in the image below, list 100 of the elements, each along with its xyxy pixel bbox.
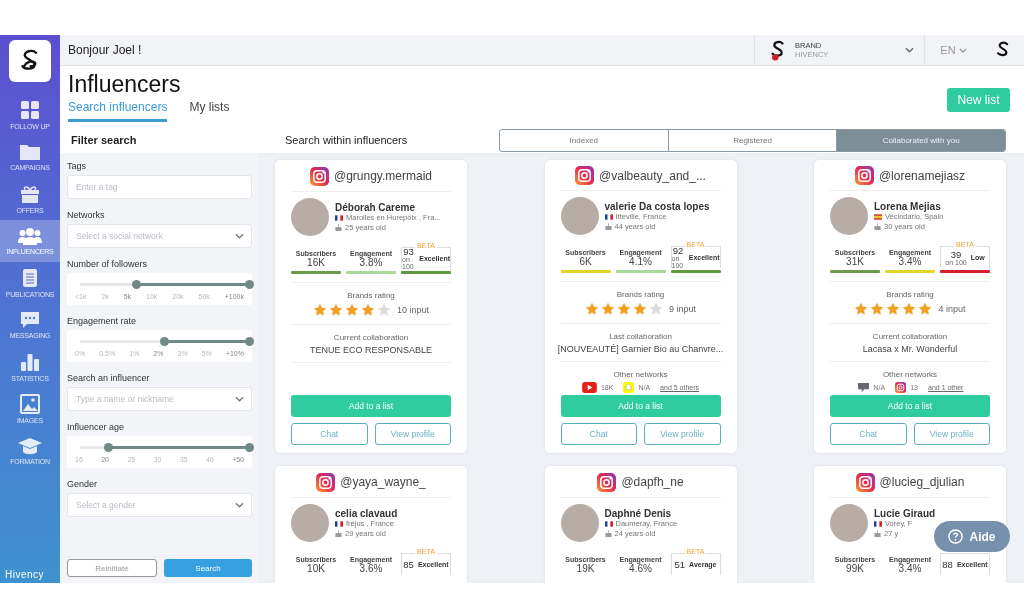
avatar	[560, 504, 599, 542]
instagram-icon	[316, 472, 336, 492]
slider-thumb[interactable]	[103, 443, 113, 452]
collaboration-name: TENUE ECO RESPONSABLE	[309, 345, 432, 355]
dropdown-field[interactable]: Type a name or nickname	[67, 387, 252, 411]
input-field[interactable]: Enter a tag	[67, 175, 252, 199]
influencer-name: Lucie Giraud	[874, 507, 936, 519]
input-count: 10 input	[397, 305, 429, 315]
grid-icon	[20, 100, 40, 120]
search-button[interactable]: Search	[164, 559, 252, 577]
avatar	[291, 504, 329, 542]
add-to-list-button[interactable]: Add to a list	[830, 395, 990, 417]
slider-thumb[interactable]	[244, 443, 254, 452]
gift-icon	[20, 184, 40, 204]
input-count: 9 input	[669, 304, 696, 314]
score-value: 51	[674, 560, 686, 569]
stat-value: 4.6%	[629, 563, 652, 575]
logo-icon[interactable]	[9, 40, 51, 82]
chat-button[interactable]: Chat	[560, 423, 637, 445]
bar-chart-icon	[20, 352, 40, 372]
segment-tab[interactable]: Indexed	[500, 129, 668, 151]
handle-text[interactable]: @grungy.mermaid	[334, 169, 432, 183]
score-value: 92	[672, 246, 684, 255]
field-label: Search an influencer	[67, 373, 151, 383]
caret-icon	[235, 502, 244, 508]
handle-text[interactable]: @lucieg_djulian	[879, 475, 965, 489]
star-icon	[617, 302, 631, 316]
page-title: Influencers	[68, 70, 182, 98]
influencer-name: Déborah Careme	[335, 201, 417, 213]
influencer-name: celia clavaud	[335, 507, 398, 519]
instagram-icon	[575, 166, 595, 185]
rating-label: Brands rating	[347, 291, 395, 300]
score-value: 93	[403, 247, 414, 256]
collaboration-name: Lacasa x Mr. Wonderful	[862, 344, 958, 354]
view-profile-button[interactable]: View profile	[644, 423, 721, 445]
snapchat-icon	[623, 382, 635, 393]
rating-label: Brands rating	[886, 290, 934, 299]
influencer-name: Daphné Denis	[604, 507, 673, 519]
handle-text[interactable]: @yaya_wayne_	[340, 475, 426, 489]
dropdown-field[interactable]: Select a social network	[67, 224, 252, 248]
handle-text[interactable]: @dapfh_ne	[621, 475, 684, 489]
input-count: 4 input	[938, 304, 966, 314]
star-icon	[918, 302, 933, 316]
flag-icon	[335, 214, 343, 221]
slider-thumb[interactable]	[244, 337, 254, 346]
avatar	[830, 197, 868, 235]
collaboration-name: [NOUVEAUTÉ] Garnier Bio au Chanvre...	[557, 344, 724, 354]
cake-icon	[335, 224, 342, 231]
handle-text[interactable]: @valbeauty_and_...	[599, 168, 706, 183]
stat-value: 3.4%	[898, 256, 922, 268]
star-icon	[361, 303, 375, 317]
language-selector[interactable]: EN	[924, 35, 982, 65]
stat-value: 16K	[307, 257, 325, 269]
slider-thumb[interactable]	[131, 280, 141, 289]
slider-thumb[interactable]	[160, 337, 169, 346]
field-label: Number of followers	[67, 259, 149, 269]
question-icon	[948, 529, 964, 544]
influencer-name: valerie Da costa lopes	[604, 200, 710, 212]
stat-value: 31K	[846, 256, 864, 268]
add-to-list-button[interactable]: Add to a list	[560, 395, 721, 417]
avatar	[830, 504, 868, 542]
field-label: Gender	[67, 479, 99, 489]
stat-value: 10K	[307, 563, 325, 575]
flag-icon	[335, 520, 343, 527]
segment-tab[interactable]: Collaborated with you	[836, 129, 1005, 151]
handle-text[interactable]: @lorenamejiasz	[878, 168, 966, 183]
new-list-button[interactable]: New list	[947, 88, 1010, 112]
score-value: 39	[950, 249, 962, 259]
star-icon	[313, 303, 327, 317]
star-icon	[585, 302, 599, 316]
chat-icon	[20, 311, 40, 329]
flag-icon	[604, 520, 613, 527]
chat-bubble-icon	[856, 382, 870, 393]
caret-icon	[905, 47, 914, 53]
tab[interactable]: My lists	[189, 100, 230, 122]
star-icon	[601, 302, 615, 316]
reinitiate-button[interactable]: Reinitiate	[67, 559, 157, 577]
tab[interactable]: Search influencers	[68, 100, 168, 122]
flag-icon	[874, 213, 882, 220]
view-profile-button[interactable]: View profile	[374, 423, 451, 445]
slider-thumb[interactable]	[244, 280, 254, 289]
help-button[interactable]: Aide	[934, 521, 1010, 552]
view-profile-button[interactable]: View profile	[913, 423, 990, 445]
stat-value: 3.4%	[898, 563, 922, 575]
stat-value: 3.8%	[359, 257, 383, 269]
dropdown-field[interactable]: Select a gender	[67, 493, 252, 517]
instagram-icon	[310, 166, 329, 186]
add-to-list-button[interactable]: Add to a list	[291, 395, 451, 417]
chat-button[interactable]: Chat	[291, 423, 368, 445]
score-value: 88	[942, 560, 953, 569]
field-label: Influencer age	[67, 422, 126, 432]
star-icon	[633, 302, 647, 316]
collaboration-label: Current collaboration	[333, 333, 409, 342]
brand-logo: Hivency	[5, 569, 45, 580]
star-icon	[329, 303, 343, 317]
score-value: 85	[403, 560, 414, 569]
cake-icon	[335, 530, 342, 537]
instagram-icon	[854, 166, 874, 185]
chat-button[interactable]: Chat	[830, 423, 907, 445]
instagram-icon	[597, 472, 617, 492]
